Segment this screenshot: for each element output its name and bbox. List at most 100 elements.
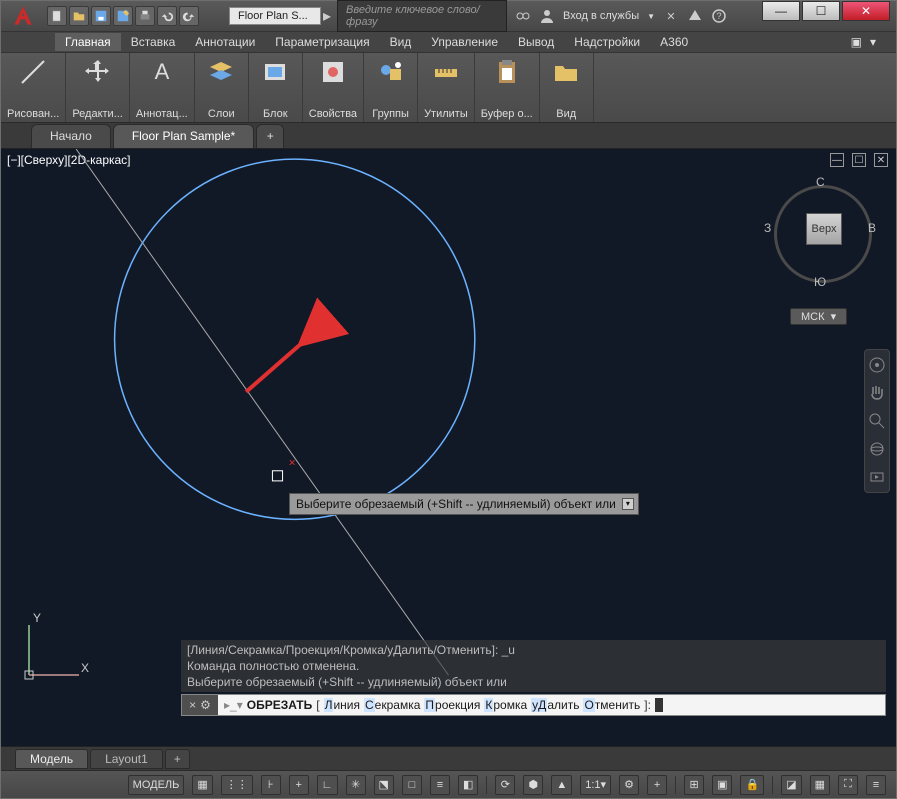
cmd-option[interactable]: Секрамка (364, 698, 420, 712)
saveas-icon[interactable] (113, 6, 133, 26)
doc-title: Floor Plan S... (229, 7, 321, 25)
isodraft-icon[interactable]: ⬔ (374, 775, 394, 795)
polar-icon[interactable]: ✳ (346, 775, 366, 795)
layout-tabs: Модель Layout1 + (1, 746, 896, 770)
isolate-objects-icon[interactable]: ◪ (781, 775, 801, 795)
layout-tab-layout1[interactable]: Layout1 (90, 749, 163, 769)
tab-annotate[interactable]: Аннотации (185, 33, 265, 51)
selection-cycling-icon[interactable]: ⟳ (495, 775, 515, 795)
tab-insert[interactable]: Вставка (121, 33, 186, 51)
block-icon (260, 57, 290, 87)
search-input[interactable]: Введите ключевое слово/фразу (337, 0, 507, 32)
measure-icon (431, 57, 461, 87)
help-icon[interactable]: ? (711, 8, 727, 24)
svg-text:A: A (154, 59, 169, 84)
layout-tab-model[interactable]: Модель (15, 749, 88, 769)
annotation-monitor-icon[interactable]: + (647, 775, 667, 795)
ortho-icon[interactable]: ∟ (317, 775, 338, 795)
ribbon-panel-properties[interactable]: Свойства (303, 53, 364, 122)
ribbon-panel-draw[interactable]: Рисован... (1, 53, 66, 122)
clean-screen-icon[interactable]: ⛶ (838, 775, 858, 795)
cmd-option[interactable]: Отменить (583, 698, 640, 712)
hardware-accel-icon[interactable]: ▦ (810, 775, 830, 795)
open-icon[interactable] (69, 6, 89, 26)
undo-icon[interactable] (157, 6, 177, 26)
lock-ui-icon[interactable]: 🔒 (740, 775, 764, 795)
transparency-icon[interactable]: ◧ (458, 775, 478, 795)
ribbon-panel-utilities[interactable]: Утилиты (418, 53, 475, 122)
tab-addins[interactable]: Надстройки (564, 33, 650, 51)
ribbon-panel-clipboard[interactable]: Буфер о... (475, 53, 540, 122)
dynamic-input-tooltip: Выберите обрезаемый (+Shift -- удлиняемы… (289, 493, 639, 515)
line-icon (18, 57, 48, 87)
tab-output[interactable]: Вывод (508, 33, 564, 51)
scale-button[interactable]: 1:1 ▾ (580, 775, 611, 795)
folder-icon (551, 57, 581, 87)
window-minimize-button[interactable]: — (762, 1, 800, 21)
window-maximize-button[interactable]: ☐ (802, 1, 840, 21)
title-bar: Floor Plan S... ▸ Введите ключевое слово… (1, 1, 896, 31)
signin-label[interactable]: Вход в службы (563, 10, 639, 22)
cmd-option[interactable]: Проекция (424, 698, 480, 712)
ribbon-tabs: Главная Вставка Аннотации Параметризация… (1, 31, 896, 53)
ribbon-label: Буфер о... (481, 108, 533, 120)
ribbon-label: Вид (556, 108, 576, 120)
print-icon[interactable] (135, 6, 155, 26)
tab-start[interactable]: Начало (31, 124, 111, 148)
lineweight-icon[interactable]: ≡ (430, 775, 450, 795)
quick-properties-icon[interactable]: ▣ (712, 775, 732, 795)
tab-view[interactable]: Вид (380, 33, 422, 51)
redo-icon[interactable] (179, 6, 199, 26)
new-icon[interactable] (47, 6, 67, 26)
ribbon-label: Рисован... (7, 108, 59, 120)
title-overflow-icon[interactable]: ▸ (323, 6, 331, 26)
annotation-scale-icon[interactable]: ▲ (551, 775, 572, 795)
save-icon[interactable] (91, 6, 111, 26)
ribbon-panel-block[interactable]: Блок (249, 53, 303, 122)
tab-a360[interactable]: A360 (650, 33, 698, 51)
layout-tab-add[interactable]: + (165, 749, 190, 769)
grid-icon[interactable]: ▦ (192, 775, 212, 795)
drawing-area[interactable]: [−][Сверху][2D-каркас] — ☐ ✕ Верх С Ю З … (1, 149, 896, 746)
customize-cmdline-icon[interactable]: ⚙ (200, 698, 211, 712)
customization-icon[interactable]: ≡ (866, 775, 886, 795)
signin-icon[interactable] (539, 8, 555, 24)
units-icon[interactable]: ⊞ (684, 775, 704, 795)
exchange-icon[interactable]: ✕ (663, 8, 679, 24)
tooltip-options-icon[interactable]: ▾ (622, 498, 634, 510)
ribbon-panel-view[interactable]: Вид (540, 53, 594, 122)
tab-floorplan[interactable]: Floor Plan Sample* (113, 124, 254, 148)
workspace-icon[interactable]: ⚙ (619, 775, 639, 795)
ucs-icon[interactable]: Y X (19, 615, 89, 688)
status-model-button[interactable]: МОДЕЛЬ (128, 775, 185, 795)
cmd-option[interactable]: уДалить (531, 698, 579, 712)
ribbon-panel-layers[interactable]: Слои (195, 53, 249, 122)
ribbon-label: Слои (208, 108, 235, 120)
infocenter-icon[interactable] (515, 8, 531, 24)
tab-manage[interactable]: Управление (421, 33, 508, 51)
cmd-option[interactable]: Кромка (484, 698, 527, 712)
close-cmdline-icon[interactable]: × (189, 698, 196, 712)
a360-icon[interactable] (687, 8, 703, 24)
signin-dropdown-icon[interactable]: ▼ (647, 12, 655, 21)
ribbon-panel-groups[interactable]: Группы (364, 53, 418, 122)
command-history: [Линия/Секрамка/Проекция/Кромка/уДалить/… (181, 640, 886, 692)
cmd-option[interactable]: Линия (324, 698, 360, 712)
osnap-icon[interactable]: □ (402, 775, 422, 795)
ribbon-more-icon[interactable]: ▾ (870, 35, 876, 49)
tab-new-button[interactable]: + (256, 124, 284, 148)
infer-icon[interactable]: ⊦ (261, 775, 281, 795)
dyn-input-icon[interactable]: + (289, 775, 309, 795)
tab-parametric[interactable]: Параметризация (265, 33, 379, 51)
ribbon-panel-modify[interactable]: Редакти... (66, 53, 130, 122)
app-logo[interactable] (5, 1, 41, 31)
3d-osnap-icon[interactable]: ⬢ (523, 775, 543, 795)
ribbon-panel-annotation[interactable]: A Аннотац... (130, 53, 195, 122)
window-close-button[interactable]: ✕ (842, 1, 890, 21)
command-line[interactable]: × ⚙ ▸_▾ ОБРЕЗАТЬ [ Линия Секрамка Проекц… (181, 694, 886, 716)
featured-apps-icon[interactable]: ▣ (851, 35, 862, 49)
tab-home[interactable]: Главная (55, 33, 121, 51)
text-icon: A (147, 57, 177, 87)
snap-icon[interactable]: ⋮⋮ (221, 775, 253, 795)
paste-icon (492, 57, 522, 87)
